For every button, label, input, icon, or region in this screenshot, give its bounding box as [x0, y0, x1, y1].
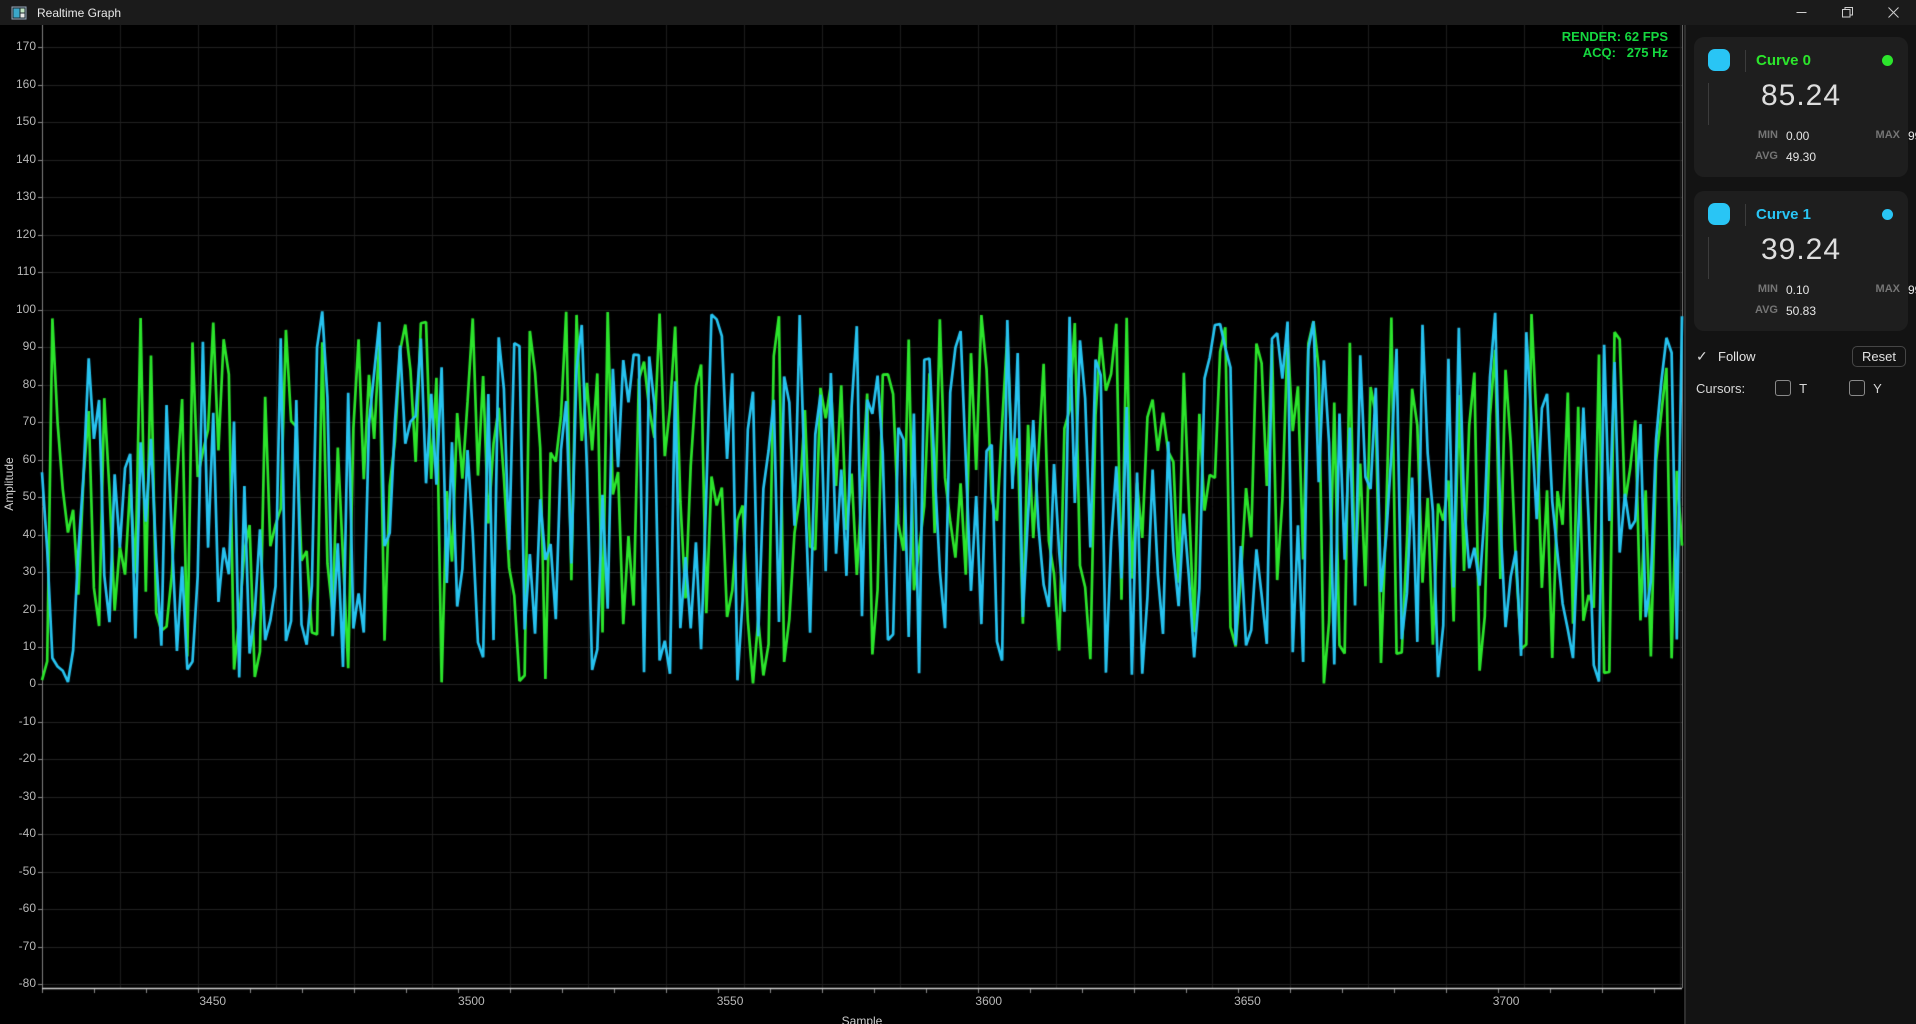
window-title: Realtime Graph	[37, 6, 121, 20]
y-tick-label: 80	[0, 377, 36, 391]
card-divider	[1745, 204, 1746, 226]
curve-color-swatch[interactable]	[1708, 203, 1730, 225]
x-tick-label: 3700	[1478, 994, 1534, 1008]
current-value: 39.24	[1694, 233, 1908, 267]
close-button[interactable]	[1870, 0, 1916, 25]
sidebar: Curve 0 85.24 MIN 0.00 MAX 99.98 AVG 49.…	[1684, 25, 1916, 1024]
app-window: Realtime Graph 1701601501401301201101009…	[0, 0, 1916, 1024]
y-tick-label: 150	[0, 114, 36, 128]
y-tick-label: 170	[0, 39, 36, 53]
curve-card-0[interactable]: Curve 0 85.24 MIN 0.00 MAX 99.98 AVG 49.…	[1694, 37, 1908, 177]
app-icon	[11, 5, 27, 21]
minimize-button[interactable]	[1778, 0, 1824, 25]
plot-area[interactable]: 1701601501401301201101009080706050403020…	[0, 25, 1684, 1024]
avg-label: AVG	[1694, 150, 1786, 164]
y-tick-label: 30	[0, 564, 36, 578]
cursors-label: Cursors:	[1696, 381, 1745, 396]
y-tick-label: -70	[0, 939, 36, 953]
y-tick-label: -20	[0, 751, 36, 765]
max-label: MAX	[1858, 283, 1908, 297]
current-value: 85.24	[1694, 79, 1908, 113]
x-tick-label: 3650	[1219, 994, 1275, 1008]
reset-button[interactable]: Reset	[1852, 346, 1906, 367]
min-value: 0.00	[1786, 129, 1858, 143]
titlebar: Realtime Graph	[0, 0, 1916, 25]
cursor-t-checkbox[interactable]	[1775, 380, 1791, 396]
x-tick-label: 3600	[961, 994, 1017, 1008]
y-tick-label: 90	[0, 339, 36, 353]
y-tick-label: 0	[0, 676, 36, 690]
y-tick-label: -10	[0, 714, 36, 728]
render-fps-text: RENDER: 62 FPS	[1562, 29, 1668, 45]
y-tick-label: 70	[0, 414, 36, 428]
curve-name: Curve 0	[1756, 52, 1811, 69]
cursor-y-checkbox[interactable]	[1849, 380, 1865, 396]
y-tick-label: -80	[0, 976, 36, 990]
x-tick-label: 3500	[443, 994, 499, 1008]
y-tick-label: 160	[0, 77, 36, 91]
y-tick-label: -40	[0, 826, 36, 840]
y-tick-label: 10	[0, 639, 36, 653]
cursor-t-label: T	[1799, 381, 1807, 396]
render-stats-overlay: RENDER: 62 FPS ACQ: 275 Hz	[1562, 29, 1668, 61]
y-tick-label: 130	[0, 189, 36, 203]
follow-label[interactable]: Follow	[1718, 349, 1756, 364]
y-tick-label: 120	[0, 227, 36, 241]
min-label: MIN	[1694, 129, 1786, 143]
max-value: 99.98	[1908, 129, 1916, 143]
acq-rate-text: ACQ: 275 Hz	[1562, 45, 1668, 61]
x-tick-label: 3550	[702, 994, 758, 1008]
y-tick-label: -60	[0, 901, 36, 915]
y-tick-label: 100	[0, 302, 36, 316]
y-tick-label: 40	[0, 527, 36, 541]
follow-checkbox[interactable]: ✓	[1696, 348, 1714, 365]
main-content: 1701601501401301201101009080706050403020…	[0, 25, 1916, 1024]
x-tick-label: 3450	[185, 994, 241, 1008]
avg-label: AVG	[1694, 304, 1786, 318]
max-value: 99.83	[1908, 283, 1916, 297]
cursor-y-label: Y	[1873, 381, 1882, 396]
curve-card-1[interactable]: Curve 1 39.24 MIN 0.10 MAX 99.83 AVG 50.…	[1694, 191, 1908, 331]
status-dot	[1882, 55, 1893, 66]
avg-value: 50.83	[1786, 304, 1858, 318]
min-value: 0.10	[1786, 283, 1858, 297]
avg-value: 49.30	[1786, 150, 1858, 164]
y-tick-label: 110	[0, 264, 36, 278]
status-dot	[1882, 209, 1893, 220]
curve-color-swatch[interactable]	[1708, 49, 1730, 71]
min-label: MIN	[1694, 283, 1786, 297]
y-tick-label: 140	[0, 152, 36, 166]
y-axis-title: Amplitude	[2, 444, 16, 524]
y-tick-label: -50	[0, 864, 36, 878]
card-divider	[1745, 50, 1746, 72]
x-axis-title: Sample	[812, 1014, 912, 1024]
curve-stats: MIN 0.00 MAX 99.98 AVG 49.30	[1694, 129, 1908, 164]
y-tick-label: -30	[0, 789, 36, 803]
y-tick-label: 20	[0, 602, 36, 616]
restore-button[interactable]	[1824, 0, 1870, 25]
follow-row: ✓ Follow Reset	[1696, 345, 1906, 367]
max-label: MAX	[1858, 129, 1908, 143]
curve-stats: MIN 0.10 MAX 99.83 AVG 50.83	[1694, 283, 1908, 318]
curve-name: Curve 1	[1756, 206, 1811, 223]
chart-canvas[interactable]	[0, 25, 1684, 1024]
cursors-row: Cursors: T Y	[1696, 377, 1906, 399]
